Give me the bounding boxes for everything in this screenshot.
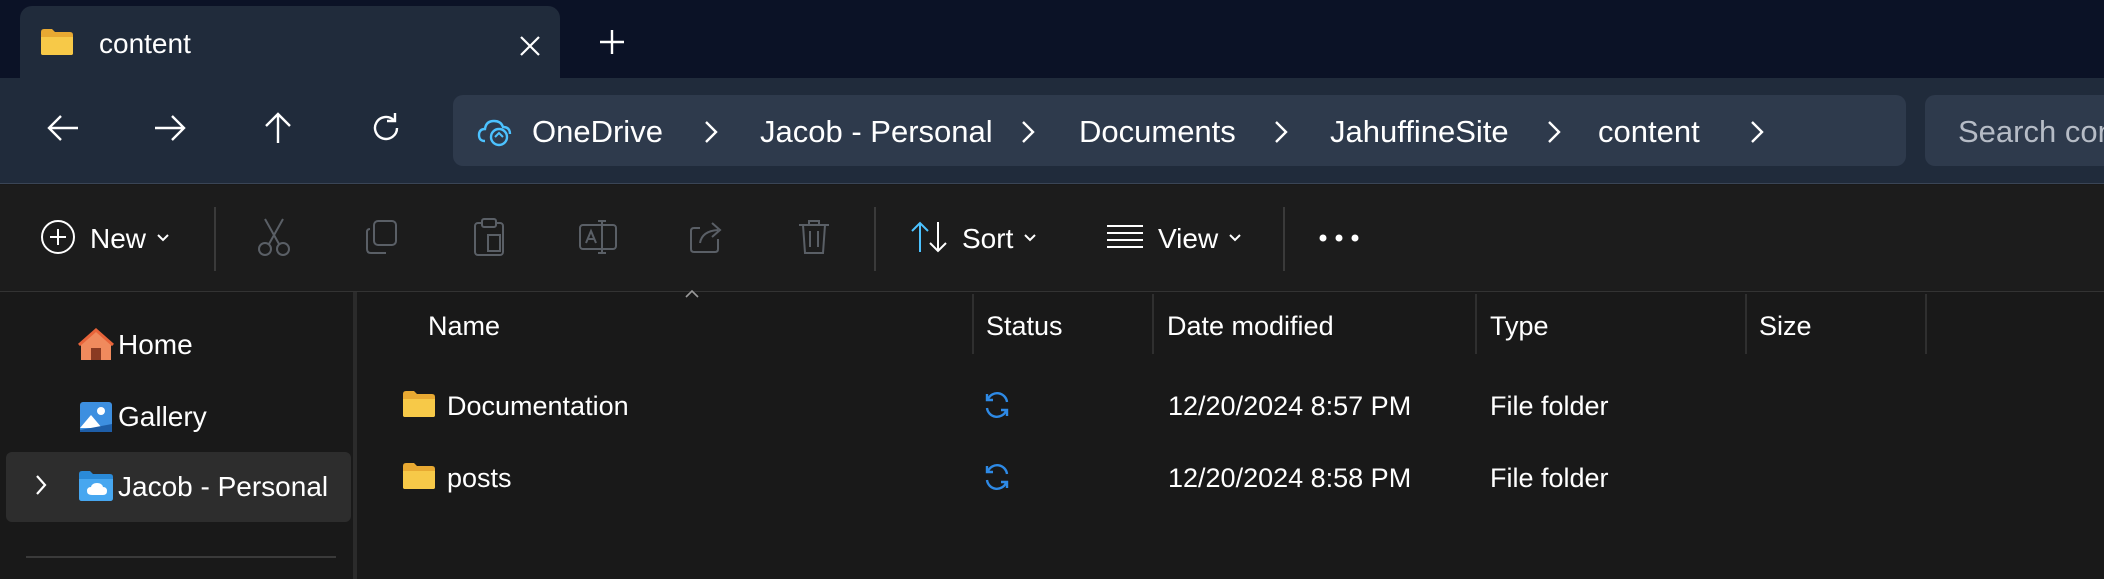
onedrive-sync-icon: [477, 115, 513, 152]
folder-icon: [402, 462, 436, 495]
view-label: View: [1158, 223, 1219, 254]
list-view-icon: [1106, 224, 1144, 255]
refresh-icon: [369, 111, 403, 150]
copy-button[interactable]: [364, 213, 400, 265]
table-row[interactable]: posts 12/20/2024 8:58 PM File folder: [357, 446, 2104, 510]
column-header-date-modified[interactable]: Date modified: [1167, 310, 1334, 342]
up-button[interactable]: [248, 102, 308, 158]
chevron-right-icon[interactable]: [1744, 117, 1770, 147]
new-button[interactable]: New: [40, 213, 170, 265]
more-icon: [1318, 230, 1360, 248]
new-tab-button[interactable]: [590, 22, 634, 66]
onedrive-folder-icon: [78, 470, 114, 507]
column-divider[interactable]: [1475, 294, 1477, 354]
arrow-up-icon: [263, 111, 293, 150]
sort-ascending-icon: [684, 286, 700, 304]
sync-status-icon: [982, 462, 1012, 497]
refresh-button[interactable]: [356, 102, 416, 158]
address-bar[interactable]: OneDrive Jacob - Personal Documents Jahu…: [453, 95, 1906, 166]
navigation-bar: OneDrive Jacob - Personal Documents Jahu…: [0, 78, 2104, 184]
tab-title: content: [99, 28, 191, 59]
chevron-right-icon[interactable]: [698, 117, 724, 147]
cut-button[interactable]: [256, 213, 292, 265]
nav-item-label: Home: [118, 329, 193, 360]
folder-icon: [402, 390, 436, 423]
date-modified: 12/20/2024 8:58 PM: [1168, 463, 1412, 493]
more-options-button[interactable]: [1318, 213, 1360, 265]
chevron-right-icon[interactable]: [1268, 117, 1294, 147]
breadcrumb-jahuffinesite[interactable]: JahuffineSite: [1330, 115, 1509, 149]
divider: [26, 556, 336, 558]
sort-label: Sort: [962, 223, 1014, 254]
column-header-size[interactable]: Size: [1759, 310, 1812, 342]
close-tab-icon[interactable]: [510, 26, 550, 66]
paste-button[interactable]: [472, 213, 506, 265]
column-divider[interactable]: [1152, 294, 1154, 354]
back-button[interactable]: [33, 102, 93, 158]
file-type: File folder: [1490, 391, 1609, 421]
plus-circle-icon: [40, 219, 76, 260]
tab-content[interactable]: content: [20, 6, 560, 78]
breadcrumb-content[interactable]: content: [1598, 115, 1700, 149]
forward-button[interactable]: [140, 102, 200, 158]
file-list: Name Status Date modified Type Size Docu…: [357, 292, 2104, 579]
chevron-down-icon: [156, 230, 170, 248]
sort-button[interactable]: Sort: [910, 213, 1037, 265]
arrow-right-icon: [153, 113, 187, 148]
sort-icon: [910, 220, 948, 259]
gallery-icon: [78, 400, 114, 439]
nav-item-label: Gallery: [118, 401, 207, 432]
column-divider[interactable]: [1745, 294, 1747, 354]
column-header-status[interactable]: Status: [986, 310, 1063, 342]
nav-item-label: Jacob - Personal: [118, 471, 329, 502]
breadcrumb-jacob-personal[interactable]: Jacob - Personal: [760, 115, 993, 149]
copy-icon: [364, 219, 400, 260]
clipboard-icon: [472, 217, 506, 262]
breadcrumb-onedrive[interactable]: OneDrive: [532, 115, 663, 149]
nav-item-jacob-personal[interactable]: Jacob - Personal: [6, 452, 351, 522]
navigation-pane: Home Gallery Jacob - Personal: [0, 292, 356, 579]
table-row[interactable]: Documentation 12/20/2024 8:57 PM File fo…: [357, 374, 2104, 438]
nav-item-home[interactable]: Home: [6, 310, 351, 380]
view-button[interactable]: View: [1106, 213, 1242, 265]
chevron-right-icon[interactable]: [1015, 117, 1041, 147]
column-header-name[interactable]: Name: [428, 310, 500, 342]
divider: [1283, 207, 1285, 271]
date-modified: 12/20/2024 8:57 PM: [1168, 391, 1412, 421]
file-type: File folder: [1490, 463, 1609, 493]
sync-status-icon: [982, 390, 1012, 425]
new-label: New: [90, 223, 147, 254]
column-divider[interactable]: [1925, 294, 1927, 354]
file-name: posts: [447, 463, 512, 493]
chevron-down-icon: [1023, 230, 1037, 248]
chevron-right-icon[interactable]: [34, 474, 48, 501]
nav-item-gallery[interactable]: Gallery: [6, 382, 351, 452]
trash-icon: [797, 218, 831, 261]
column-header-type[interactable]: Type: [1490, 310, 1549, 342]
plus-icon: [599, 29, 625, 60]
share-icon: [688, 219, 726, 260]
title-bar: content: [0, 0, 2104, 78]
chevron-down-icon: [1228, 230, 1242, 248]
breadcrumb-documents[interactable]: Documents: [1079, 115, 1236, 149]
divider: [214, 207, 216, 271]
delete-button[interactable]: [797, 213, 831, 265]
chevron-right-icon[interactable]: [1541, 117, 1567, 147]
divider: [874, 207, 876, 271]
rename-icon: [578, 219, 618, 260]
rename-button[interactable]: [578, 213, 618, 265]
folder-icon: [40, 28, 74, 61]
home-icon: [78, 327, 114, 367]
column-divider[interactable]: [972, 294, 974, 354]
file-name: Documentation: [447, 391, 629, 421]
search-placeholder: Search content: [1958, 114, 2104, 149]
arrow-left-icon: [46, 113, 80, 148]
search-box[interactable]: Search content: [1925, 95, 2104, 166]
share-button[interactable]: [688, 213, 726, 265]
scissors-icon: [256, 217, 292, 262]
command-bar: New Sort View: [0, 185, 2104, 292]
